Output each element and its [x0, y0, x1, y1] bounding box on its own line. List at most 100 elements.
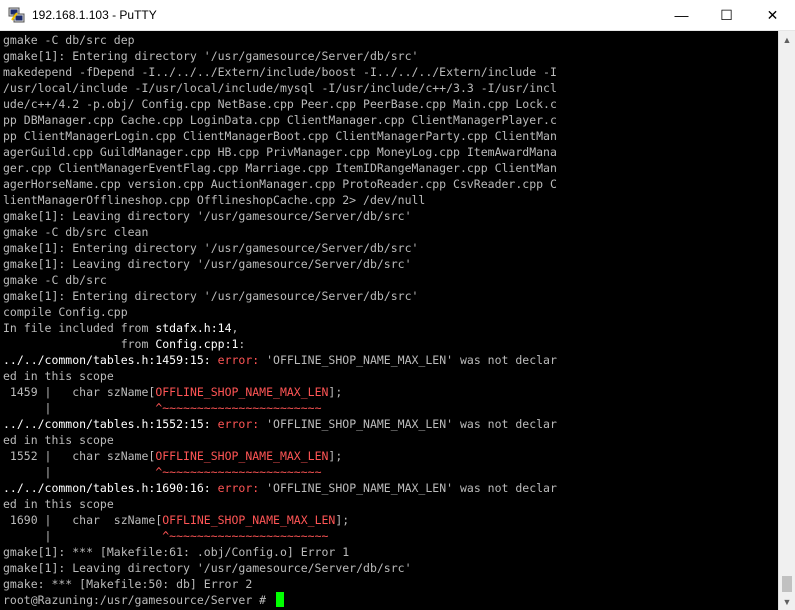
terminal-segment-text: ger.cpp ClientManagerEventFlag.cpp Marri… [3, 161, 557, 175]
terminal-segment-text: makedepend -fDepend -I../../../Extern/in… [3, 65, 557, 79]
terminal-segment-text: | [3, 465, 156, 479]
terminal-segment-text: | [3, 401, 156, 415]
terminal-line: gmake[1]: Entering directory '/usr/games… [3, 288, 557, 304]
terminal-line: ude/c++/4.2 -p.obj/ Config.cpp NetBase.c… [3, 96, 557, 112]
terminal-line: ../../common/tables.h:1690:16: error: 'O… [3, 480, 557, 496]
terminal-segment-text: gmake[1]: Entering directory '/usr/games… [3, 289, 419, 303]
terminal-line: compile Config.cpp [3, 304, 557, 320]
terminal-segment-text: gmake: *** [Makefile:50: db] Error 2 [3, 577, 253, 591]
minimize-icon: — [674, 7, 689, 23]
terminal-lines: gmake -C db/src dep gmake[1]: Entering di… [3, 32, 557, 608]
terminal-segment-text: 1459 | char szName[ [3, 385, 156, 399]
terminal-line: ed in this scope [3, 368, 557, 384]
terminal-segment-text: gmake -C db/src dep [3, 33, 135, 47]
terminal-line: gmake: *** [Makefile:50: db] Error 2 [3, 576, 557, 592]
terminal-segment-text: gmake[1]: Entering directory '/usr/games… [3, 241, 419, 255]
terminal-segment-text: ed in this scope [3, 497, 114, 511]
terminal-line: gmake[1]: Entering directory '/usr/games… [3, 240, 557, 256]
terminal-segment-red: ^~~~~~~~~~~~~~~~~~~~~~~~ [155, 401, 322, 415]
terminal-segment-rest: 'OFFLINE_SHOP_NAME_MAX_LEN' was not decl… [266, 417, 557, 431]
putty-icon [8, 7, 25, 23]
terminal-line: pp ClientManagerLogin.cpp ClientManagerB… [3, 128, 557, 144]
title-bar[interactable]: 192.168.1.103 - PuTTY — ☐ ✕ [0, 0, 795, 31]
terminal-segment-err: error: [210, 353, 267, 367]
scroll-down-icon[interactable]: ▼ [779, 593, 795, 610]
terminal-segment-text: agerGuild.cpp GuildManager.cpp HB.cpp Pr… [3, 145, 557, 159]
terminal-segment-text: from [3, 337, 156, 351]
terminal-line: gmake[1]: *** [Makefile:61: .obj/Config.… [3, 544, 557, 560]
vertical-scrollbar[interactable]: ▲ ▼ [778, 31, 795, 610]
terminal-segment-red: OFFLINE_SHOP_NAME_MAX_LEN [155, 385, 329, 399]
terminal-line: 1690 | char szName[OFFLINE_SHOP_NAME_MAX… [3, 512, 557, 528]
terminal-line: agerHorseName.cpp version.cpp AuctionMan… [3, 176, 557, 192]
terminal-segment-red: ^~~~~~~~~~~~~~~~~~~~~~~~ [155, 465, 322, 479]
terminal-line: gmake[1]: Leaving directory '/usr/gameso… [3, 560, 557, 576]
terminal-segment-text: ed in this scope [3, 369, 114, 383]
window-title: 192.168.1.103 - PuTTY [32, 8, 157, 22]
terminal-segment-err: error: [210, 481, 267, 495]
terminal-segment-text: gmake[1]: Leaving directory '/usr/gameso… [3, 257, 412, 271]
terminal-segment-rest: ]; [328, 449, 343, 463]
terminal-line: ../../common/tables.h:1552:15: error: 'O… [3, 416, 557, 432]
terminal-line: gmake[1]: Leaving directory '/usr/gameso… [3, 256, 557, 272]
terminal-line: gmake -C db/src [3, 272, 557, 288]
terminal-segment-text: ed in this scope [3, 433, 114, 447]
terminal-line: pp DBManager.cpp Cache.cpp LoginData.cpp… [3, 112, 557, 128]
terminal-line: makedepend -fDepend -I../../../Extern/in… [3, 64, 557, 80]
terminal-line: 1552 | char szName[OFFLINE_SHOP_NAME_MAX… [3, 448, 557, 464]
scroll-up-icon[interactable]: ▲ [779, 31, 795, 48]
close-button[interactable]: ✕ [750, 0, 795, 30]
terminal-line: ../../common/tables.h:1459:15: error: 'O… [3, 352, 557, 368]
terminal-line: | ^~~~~~~~~~~~~~~~~~~~~~~~ [3, 464, 557, 480]
terminal-output[interactable]: gmake -C db/src dep gmake[1]: Entering di… [0, 31, 778, 610]
terminal-line: In file included from stdafx.h:14, [3, 320, 557, 336]
terminal-segment-text: lientManagerOfflineshop.cpp OfflineshopC… [3, 193, 426, 207]
terminal-line: ger.cpp ClientManagerEventFlag.cpp Marri… [3, 160, 557, 176]
terminal-segment-hi: stdafx.h:14 [155, 321, 232, 335]
terminal-line: gmake[1]: Leaving directory '/usr/gameso… [3, 208, 557, 224]
terminal-segment-text: | [3, 529, 163, 543]
terminal-line: agerGuild.cpp GuildManager.cpp HB.cpp Pr… [3, 144, 557, 160]
terminal-segment-hi: Config.cpp:1 [155, 337, 239, 351]
terminal-segment-red: OFFLINE_SHOP_NAME_MAX_LEN [155, 449, 329, 463]
terminal-segment-text: agerHorseName.cpp version.cpp AuctionMan… [3, 177, 557, 191]
terminal-segment-rest: , [231, 321, 239, 335]
terminal-segment-rest: 'OFFLINE_SHOP_NAME_MAX_LEN' was not decl… [266, 481, 557, 495]
terminal-segment-text: gmake -C db/src clean [3, 225, 149, 239]
maximize-button[interactable]: ☐ [704, 0, 749, 30]
terminal-segment-text: gmake -C db/src [3, 273, 107, 287]
terminal-segment-text: gmake[1]: Leaving directory '/usr/gameso… [3, 561, 412, 575]
terminal-line: | ^~~~~~~~~~~~~~~~~~~~~~~~ [3, 400, 557, 416]
terminal-segment-text: pp DBManager.cpp Cache.cpp LoginData.cpp… [3, 113, 557, 127]
terminal-segment-text: gmake[1]: Entering directory '/usr/games… [3, 49, 419, 63]
minimize-button[interactable]: — [659, 0, 704, 30]
terminal-segment-hi: ../../common/tables.h:1459:15: [3, 353, 211, 367]
terminal-segment-rest: 'OFFLINE_SHOP_NAME_MAX_LEN' was not decl… [266, 353, 557, 367]
maximize-icon: ☐ [720, 6, 733, 23]
terminal-segment-text: In file included from [3, 321, 156, 335]
terminal-segment-rest: ]; [328, 385, 343, 399]
close-icon: ✕ [766, 6, 779, 23]
terminal-segment-text: gmake[1]: Leaving directory '/usr/gameso… [3, 209, 412, 223]
terminal-line: root@Razuning:/usr/gamesource/Server # [3, 592, 557, 608]
terminal-line: lientManagerOfflineshop.cpp OfflineshopC… [3, 192, 557, 208]
terminal-line: | ^~~~~~~~~~~~~~~~~~~~~~~~ [3, 528, 557, 544]
terminal-segment-text: root@Razuning:/usr/gamesource/Server # [3, 593, 274, 607]
terminal-segment-red: OFFLINE_SHOP_NAME_MAX_LEN [162, 513, 336, 527]
terminal-line: gmake -C db/src dep [3, 32, 557, 48]
terminal-segment-rest: ]; [335, 513, 350, 527]
terminal-line: /usr/local/include -I/usr/local/include/… [3, 80, 557, 96]
terminal-segment-text: 1690 | char szName[ [3, 513, 163, 527]
terminal-segment-text: /usr/local/include -I/usr/local/include/… [3, 81, 557, 95]
terminal-segment-text: compile Config.cpp [3, 305, 128, 319]
terminal-segment-hi: ../../common/tables.h:1690:16: [3, 481, 211, 495]
scroll-thumb[interactable] [782, 576, 792, 592]
terminal-line: ed in this scope [3, 496, 557, 512]
terminal-segment-text: pp ClientManagerLogin.cpp ClientManagerB… [3, 129, 557, 143]
terminal-segment-red: ^~~~~~~~~~~~~~~~~~~~~~~~ [162, 529, 329, 543]
terminal-segment-rest: : [238, 337, 246, 351]
terminal-line: ed in this scope [3, 432, 557, 448]
terminal-line: gmake -C db/src clean [3, 224, 557, 240]
terminal-segment-text: ude/c++/4.2 -p.obj/ Config.cpp NetBase.c… [3, 97, 557, 111]
terminal-segment-text: 1552 | char szName[ [3, 449, 156, 463]
